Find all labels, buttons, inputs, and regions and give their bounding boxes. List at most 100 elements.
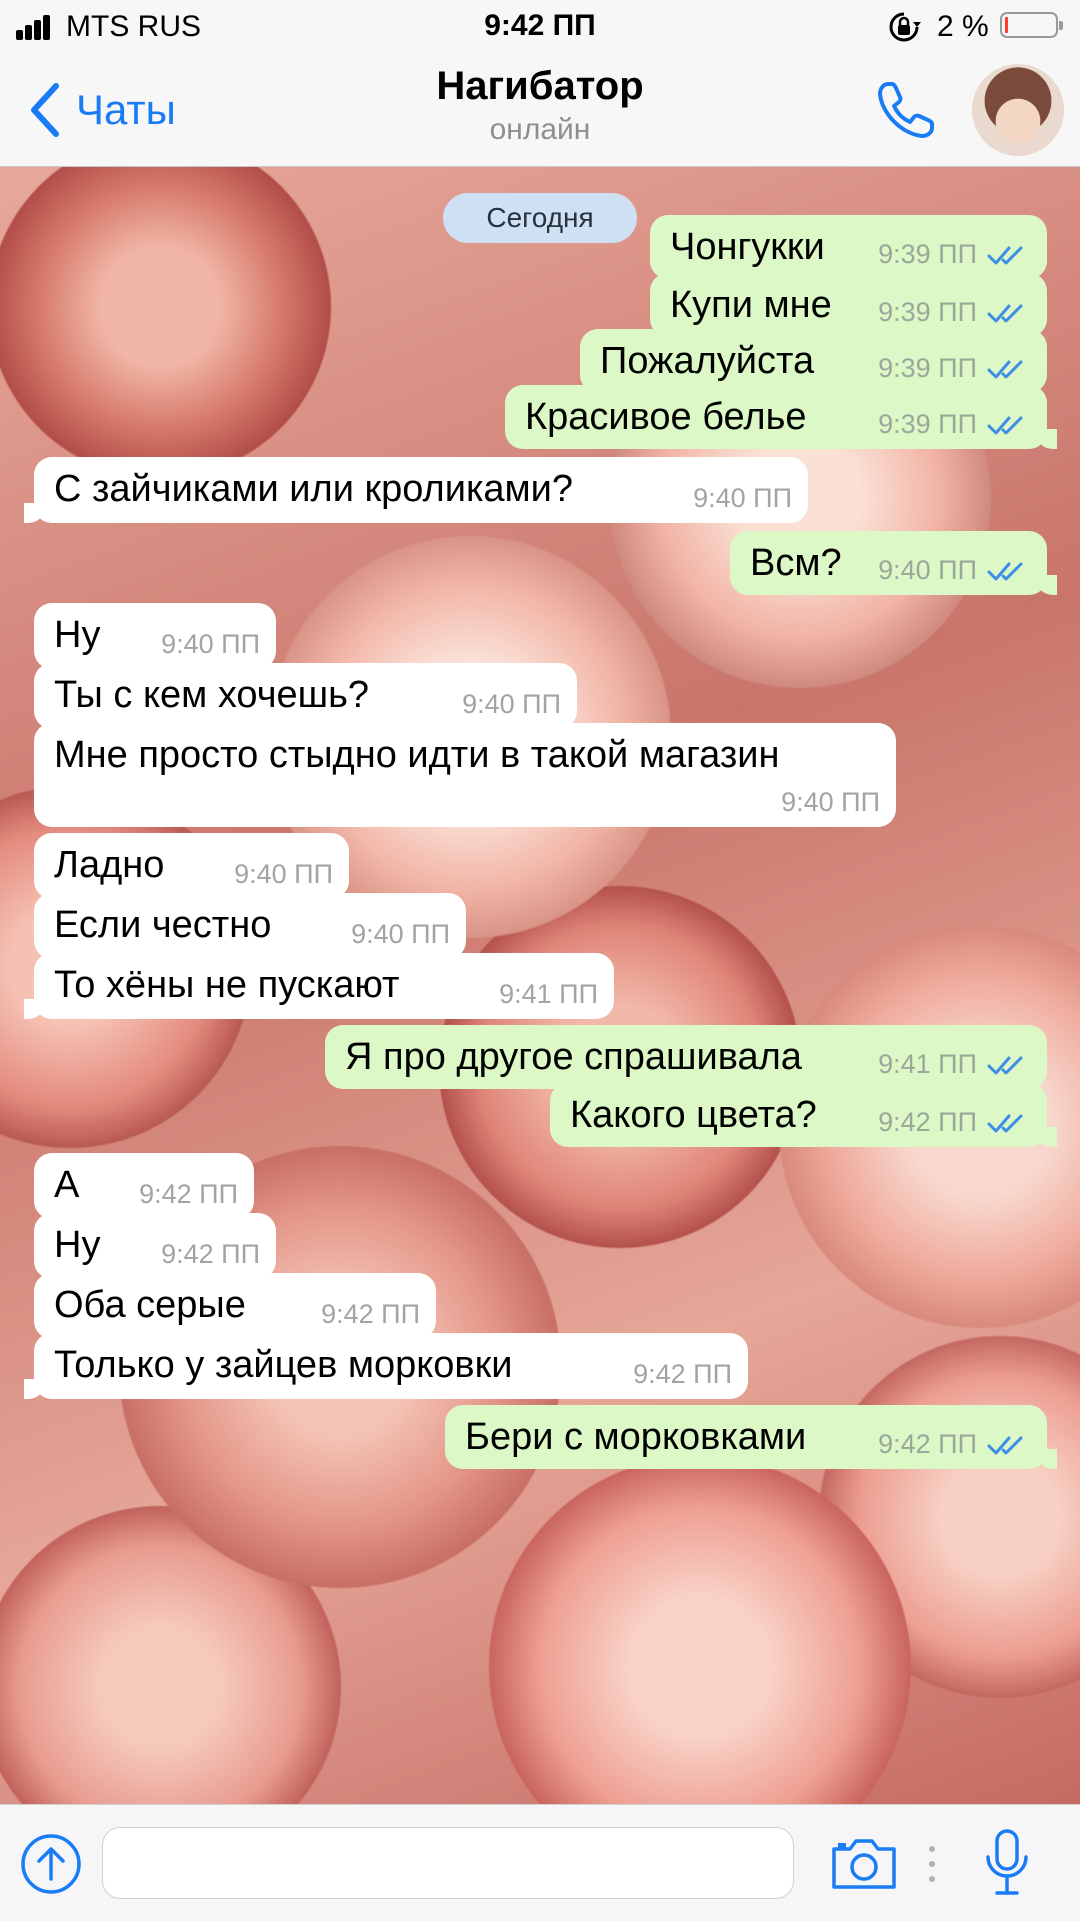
incoming-message[interactable]: С зайчиками или кроликами? 9:40 ПП (24, 457, 808, 523)
message-time: 9:40 ПП (462, 689, 561, 719)
outgoing-message[interactable]: Бери с морковками 9:42 ПП (445, 1405, 1057, 1469)
outgoing-message[interactable]: Какого цвета? 9:42 ПП (550, 1083, 1057, 1147)
message-meta: 9:40 ПП (234, 859, 333, 890)
chat-title-block[interactable]: Нагибатор онлайн (300, 64, 780, 147)
message-time: 9:40 ПП (234, 859, 333, 889)
message-text: Если честно (54, 904, 272, 946)
message-text: Какого цвета? (570, 1094, 817, 1136)
read-receipt-icon (987, 1436, 1023, 1454)
message-meta: 9:42 ПП (633, 1359, 732, 1390)
read-receipt-icon (987, 360, 1023, 378)
message-meta: 9:41 ПП (878, 1049, 1029, 1080)
message-meta: 9:40 ПП (693, 483, 792, 514)
incoming-message[interactable]: Ну 9:40 ПП (34, 603, 276, 669)
read-receipt-icon (987, 304, 1023, 322)
message-text: Ладно (54, 844, 165, 886)
message-meta: 9:39 ПП (878, 297, 1029, 328)
incoming-message[interactable]: Ну 9:42 ПП (34, 1213, 276, 1279)
message-time: 9:41 ПП (878, 1049, 977, 1079)
incoming-message[interactable]: Ты с кем хочешь? 9:40 ПП (34, 663, 577, 729)
message-text: Купи мне (670, 284, 832, 326)
message-meta: 9:40 ПП (161, 629, 260, 660)
message-time: 9:39 ПП (878, 297, 977, 327)
message-time: 9:42 ПП (139, 1179, 238, 1209)
chevron-left-icon (31, 83, 59, 137)
phone-icon[interactable] (874, 78, 938, 142)
incoming-message[interactable]: Оба серые 9:42 ПП (34, 1273, 436, 1339)
message-time: 9:39 ПП (878, 353, 977, 383)
message-meta: 9:40 ПП (462, 689, 561, 720)
mic-icon[interactable] (982, 1827, 1032, 1899)
message-text: А (54, 1164, 80, 1206)
message-meta: 9:42 ПП (321, 1299, 420, 1330)
message-meta: 9:40 ПП (878, 555, 1029, 586)
read-receipt-icon (987, 1056, 1023, 1074)
message-text: Пожалуйста (600, 340, 815, 382)
read-receipt-icon (987, 1114, 1023, 1132)
incoming-message[interactable]: Ладно 9:40 ПП (34, 833, 349, 899)
message-text: Оба серые (54, 1284, 246, 1326)
battery-low-icon (1000, 12, 1063, 38)
message-time: 9:42 ПП (878, 1107, 977, 1137)
message-text: С зайчиками или кроликами? (54, 468, 574, 510)
outgoing-message[interactable]: Красивое белье 9:39 ПП (505, 385, 1057, 449)
contact-status: онлайн (489, 113, 591, 146)
message-text: Бери с морковками (465, 1416, 807, 1458)
message-text: Я про другое спрашивала (345, 1036, 802, 1078)
more-dots-icon (929, 1846, 935, 1882)
camera-icon[interactable] (830, 1835, 898, 1891)
date-separator: Сегодня (443, 193, 637, 243)
message-text: Только у зайцев морковки (54, 1344, 513, 1386)
incoming-message[interactable]: Только у зайцев морковки 9:42 ПП (24, 1333, 748, 1399)
incoming-message[interactable]: То хёны не пускают 9:41 ПП (24, 953, 614, 1019)
message-meta: 9:42 ПП (161, 1239, 260, 1270)
message-time: 9:42 ПП (633, 1359, 732, 1389)
message-meta: 9:42 ПП (139, 1179, 238, 1210)
message-time: 9:40 ПП (781, 787, 880, 817)
battery-percent: 2 % (937, 10, 989, 43)
outgoing-message[interactable]: Я про другое спрашивала 9:41 ПП (325, 1025, 1047, 1089)
back-label: Чаты (76, 86, 176, 133)
attach-arrow-icon[interactable] (20, 1833, 82, 1895)
back-button[interactable]: Чаты (28, 78, 176, 142)
message-time: 9:42 ПП (321, 1299, 420, 1329)
message-text: Красивое белье (525, 396, 807, 438)
chat-area[interactable]: Сегодня Чонгукки 9:39 ПП Купи мне 9:39 ПП По… (0, 167, 1080, 1804)
read-receipt-icon (987, 416, 1023, 434)
outgoing-message[interactable]: Всм? 9:40 ПП (730, 531, 1057, 595)
message-time: 9:42 ПП (878, 1429, 977, 1459)
message-time: 9:40 ПП (693, 483, 792, 513)
message-meta: 9:42 ПП (878, 1107, 1029, 1138)
incoming-message[interactable]: Мне просто стыдно идти в такой магазин 9:… (34, 723, 896, 827)
message-meta: 9:39 ПП (878, 409, 1029, 440)
message-text: Мне просто стыдно идти в такой магазин (54, 734, 780, 776)
message-meta: 9:39 ПП (878, 239, 1029, 270)
read-receipt-icon (987, 562, 1023, 580)
lock-rotation-icon (889, 12, 921, 42)
message-meta: 9:41 ПП (499, 979, 598, 1010)
message-time: 9:40 ПП (878, 555, 977, 585)
message-time: 9:39 ПП (878, 239, 977, 269)
message-text: Ты с кем хочешь? (54, 674, 370, 716)
message-time: 9:40 ПП (161, 629, 260, 659)
message-text: То хёны не пускают (54, 964, 400, 1006)
message-meta: 9:40 ПП (781, 787, 880, 818)
message-time: 9:39 ПП (878, 409, 977, 439)
message-text: Всм? (750, 542, 842, 584)
message-meta: 9:42 ПП (878, 1429, 1029, 1460)
read-receipt-icon (987, 246, 1023, 264)
message-time: 9:41 ПП (499, 979, 598, 1009)
message-text: Ну (54, 1224, 101, 1266)
outgoing-message[interactable]: Пожалуйста 9:39 ПП (580, 329, 1047, 393)
chat-header: Чаты Нагибатор онлайн (0, 56, 1080, 167)
contact-name: Нагибатор (436, 64, 644, 108)
message-text: Ну (54, 614, 101, 656)
message-input[interactable] (102, 1827, 794, 1899)
avatar[interactable] (972, 64, 1064, 156)
outgoing-message[interactable]: Купи мне 9:39 ПП (650, 273, 1047, 337)
incoming-message[interactable]: А 9:42 ПП (34, 1153, 254, 1219)
incoming-message[interactable]: Если честно 9:40 ПП (34, 893, 466, 959)
outgoing-message[interactable]: Чонгукки 9:39 ПП (650, 215, 1047, 279)
message-meta: 9:39 ПП (878, 353, 1029, 384)
message-text: Чонгукки (670, 226, 825, 268)
